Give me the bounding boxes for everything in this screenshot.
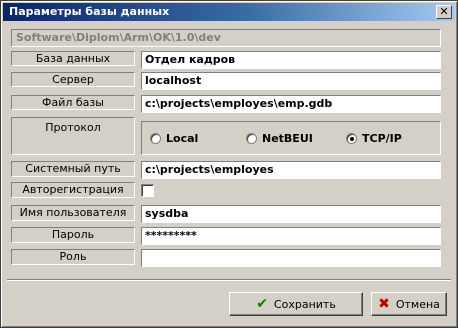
server-input[interactable]: localhost	[141, 72, 441, 90]
db-file-input[interactable]: c:\projects\employes\emp.gdb	[141, 95, 441, 113]
radio-unchecked-icon	[150, 133, 161, 144]
autoregister-checkbox[interactable]	[141, 184, 154, 197]
divider	[7, 279, 451, 281]
registry-path-field: Software\Diplom\Arm\OK\1.0\dev	[11, 29, 441, 47]
window-title: Параметры базы данных	[9, 5, 170, 18]
save-button-label: Сохранить	[273, 297, 336, 311]
check-icon: ✔	[256, 296, 268, 312]
close-button[interactable]: ✕	[436, 5, 452, 19]
x-icon: ✖	[378, 296, 390, 312]
radio-checked-icon	[346, 133, 357, 144]
role-input[interactable]	[141, 249, 441, 267]
protocol-radio-tcpip[interactable]: TCP/IP	[346, 132, 402, 146]
autoregister-label: Авторегистрация	[11, 182, 135, 198]
close-icon: ✕	[439, 5, 449, 18]
protocol-radio-netbeui[interactable]: NetBEUI	[246, 132, 313, 146]
role-label: Роль	[11, 249, 135, 265]
protocol-label: Протокол	[11, 117, 135, 155]
radio-unchecked-icon	[246, 133, 257, 144]
cancel-button[interactable]: ✖ Отмена	[371, 292, 447, 316]
password-label: Пароль	[11, 227, 135, 243]
system-path-label: Системный путь	[11, 161, 135, 177]
protocol-option-label: TCP/IP	[362, 132, 402, 145]
title-bar[interactable]: Параметры базы данных ✕	[3, 3, 455, 21]
system-path-input[interactable]: c:\projects\employes	[141, 161, 441, 179]
db-file-label: Файл базы	[11, 95, 135, 110]
save-button[interactable]: ✔ Сохранить	[229, 292, 363, 316]
dialog-window: Параметры базы данных ✕ Software\Diplom\…	[0, 0, 458, 328]
protocol-group: Local NetBEUI TCP/IP	[141, 121, 441, 155]
protocol-option-label: Local	[166, 132, 199, 145]
protocol-radio-local[interactable]: Local	[150, 132, 198, 146]
password-input[interactable]: *********	[141, 227, 441, 245]
database-label: База данных	[11, 51, 135, 66]
server-label: Сервер	[11, 72, 135, 87]
cancel-button-label: Отмена	[395, 297, 440, 311]
username-label: Имя пользователя	[11, 205, 135, 221]
database-input[interactable]: Отдел кадров	[141, 51, 441, 69]
username-input[interactable]: sysdba	[141, 205, 441, 223]
protocol-option-label: NetBEUI	[262, 132, 313, 145]
